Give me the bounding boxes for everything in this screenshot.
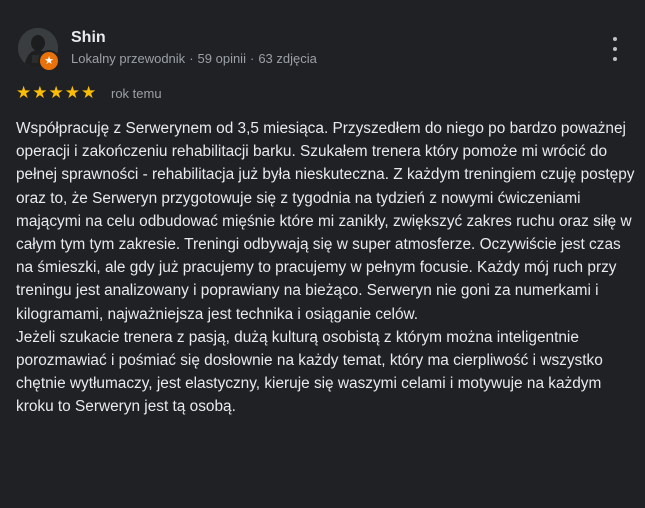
star-icon: ★ [48, 83, 64, 102]
review-paragraph: Jeżeli szukacie trenera z pasją, dużą ku… [16, 328, 603, 416]
star-icon: ★ [16, 83, 32, 102]
local-guide-star-icon: ★ [38, 50, 60, 72]
star-icon: ★ [32, 83, 48, 102]
author-meta: Lokalny przewodnik · 59 opinii · 63 zdjęcia [71, 51, 317, 66]
review-time: rok temu [111, 86, 162, 101]
review-card: ★ Shin Lokalny przewodnik · 59 opinii · 63 z… [0, 0, 645, 508]
meta-separator: · [189, 51, 194, 66]
review-paragraph: Współpracuję z Serwerynem od 3,5 miesiąc… [16, 120, 635, 323]
photo-count: 63 zdjęcia [258, 51, 317, 66]
review-count: 59 opinii [197, 51, 246, 66]
review-text: Współpracuję z Serwerynem od 3,5 miesiąc… [16, 117, 638, 419]
author-role: Lokalny przewodnik [71, 51, 186, 66]
star-icon: ★ [64, 83, 80, 102]
more-vert-icon[interactable] [605, 37, 625, 61]
meta-separator: · [249, 51, 255, 66]
star-icon: ★ [81, 83, 97, 102]
star-rating: ★ ★ ★ ★ ★ [16, 84, 96, 102]
author-name[interactable]: Shin [71, 29, 106, 47]
